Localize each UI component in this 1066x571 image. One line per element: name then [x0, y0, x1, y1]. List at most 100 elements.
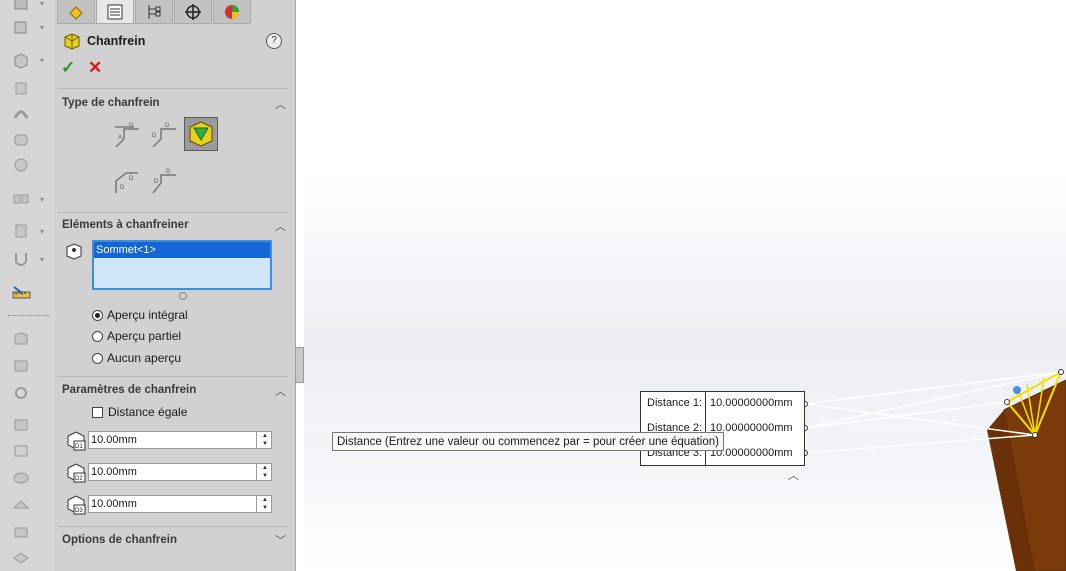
command-toolstrip: ▾ ▾ ▾ ▾ ▾ ▾ — [0, 0, 55, 571]
callout-row[interactable]: Distance 1: 10.00000000mm — [641, 392, 804, 416]
svg-text:D2: D2 — [75, 476, 83, 482]
chevron-up-icon[interactable]: ︿ — [788, 467, 799, 483]
preview-full-radio[interactable]: Aperçu intégral — [92, 308, 188, 322]
input-value[interactable]: 10.00mm — [91, 498, 137, 510]
face-face-icon: DD — [152, 169, 176, 194]
svg-text:D: D — [120, 185, 125, 191]
elements-selection-list[interactable]: Sommet<1> — [92, 240, 272, 290]
fillet-icon[interactable] — [10, 130, 32, 148]
mirror-icon[interactable] — [10, 416, 32, 434]
hole-icon[interactable] — [10, 384, 32, 402]
section-divider — [58, 526, 288, 527]
section-divider — [58, 212, 288, 213]
radio-label: Aperçu intégral — [107, 308, 188, 322]
radio-button[interactable] — [92, 309, 103, 321]
loft-icon[interactable] — [10, 357, 32, 375]
distance-2-icon: D2 — [65, 461, 87, 483]
vertex-handle[interactable] — [1013, 386, 1021, 394]
property-list-icon — [107, 4, 123, 19]
leader-handle[interactable] — [1004, 399, 1010, 405]
tab-feature-manager[interactable] — [57, 0, 95, 24]
preview-partial-radio[interactable]: Aperçu partiel — [92, 329, 181, 343]
distance-callout: Distance 1: 10.00000000mm Distance 2: 10.0… — [640, 391, 805, 466]
ok-button[interactable]: ✓ — [61, 58, 75, 78]
list-item[interactable]: Sommet<1> — [94, 242, 270, 258]
ruler-icon[interactable] — [10, 284, 32, 302]
panel-collapse-handle[interactable] — [295, 347, 304, 383]
chamfer-type-distance-distance[interactable]: DD — [147, 119, 181, 153]
chamfer-type-face-face[interactable]: DD — [147, 165, 181, 199]
svg-text:D1: D1 — [75, 444, 83, 450]
sheet-icon[interactable] — [10, 496, 32, 514]
section-divider — [58, 376, 288, 377]
distance-2-input[interactable]: 10.00mm ▲ ▼ — [88, 463, 272, 481]
part-icon[interactable]: ▾ — [10, 0, 44, 12]
input-value[interactable]: 10.00mm — [91, 434, 137, 446]
section-title-elements[interactable]: Eléments à chanfreiner — [62, 219, 189, 231]
spinner-arrows-icon[interactable]: ▲ ▼ — [256, 464, 273, 480]
chamfer-type-angle-distance[interactable]: AD — [110, 119, 144, 153]
rib-icon[interactable]: ▾ — [10, 190, 44, 208]
curve-icon[interactable] — [10, 442, 32, 460]
vertex-chamfer-icon — [189, 121, 213, 147]
chevron-down-icon[interactable]: ﹀ — [275, 532, 286, 548]
chevron-up-icon[interactable]: ︿ — [275, 383, 286, 399]
extrude-icon[interactable]: ▾ — [10, 51, 44, 69]
feature-title: Chanfrein — [87, 34, 146, 48]
reference-icon[interactable] — [10, 469, 32, 487]
crosshair-icon — [185, 3, 201, 20]
svg-text:D: D — [165, 123, 170, 129]
distance-3-input[interactable]: 10.00mm ▲ ▼ — [88, 495, 272, 513]
pattern-icon[interactable] — [10, 156, 32, 174]
callout-label: Distance 1: — [647, 397, 703, 409]
leader-handle[interactable] — [1032, 432, 1038, 438]
radio-label: Aucun aperçu — [107, 351, 182, 365]
tab-property-manager[interactable] — [96, 0, 134, 24]
checkbox-label: Distance égale — [108, 405, 188, 419]
spinner-arrows-icon[interactable]: ▲ ▼ — [256, 432, 273, 448]
leader-handle[interactable] — [1058, 369, 1064, 375]
section-title-options[interactable]: Options de chanfrein — [62, 534, 177, 546]
tab-dimxpert-manager[interactable] — [174, 0, 212, 24]
distance-1-icon: D1 — [65, 429, 87, 451]
sweep-icon[interactable] — [10, 104, 32, 122]
chevron-up-icon[interactable]: ︿ — [275, 218, 286, 234]
appearance-ball-icon — [225, 4, 239, 19]
distance-distance-icon: DD — [152, 123, 176, 148]
chamfer-feature-icon — [63, 32, 81, 50]
toolstrip-divider — [8, 315, 50, 318]
equal-distance-checkbox[interactable]: Distance égale — [92, 405, 187, 419]
wrap-icon[interactable]: ▾ — [10, 222, 44, 240]
section-title-type[interactable]: Type de chanfrein — [62, 97, 160, 109]
tab-display-manager[interactable] — [213, 0, 251, 24]
box-icon[interactable]: ▾ — [10, 18, 44, 36]
property-manager-panel: Chanfrein ? ✓ ✕ Type de chanfrein ︿ AD D… — [55, 0, 296, 571]
graphics-viewport[interactable]: Distance 1: 10.00000000mm Distance 2: 10.0… — [304, 0, 1066, 571]
draft-icon[interactable]: ▾ — [10, 250, 44, 268]
svg-text:D3: D3 — [75, 508, 83, 514]
input-value[interactable]: 10.00mm — [91, 466, 137, 478]
distance-3-icon: D3 — [65, 493, 87, 515]
revolve-icon[interactable] — [10, 79, 32, 97]
help-icon[interactable]: ? — [266, 33, 282, 49]
chamfer-type-offset-face[interactable]: DD — [110, 165, 144, 199]
svg-text:D: D — [129, 123, 134, 129]
cancel-button[interactable]: ✕ — [88, 58, 102, 78]
weldment-icon[interactable] — [10, 523, 32, 541]
mold-icon[interactable] — [10, 548, 32, 566]
preview-none-radio[interactable]: Aucun aperçu — [92, 351, 181, 365]
svg-text:D: D — [129, 176, 134, 182]
chevron-up-icon[interactable]: ︿ — [275, 96, 286, 112]
resize-grip-icon[interactable] — [179, 292, 187, 300]
chamfer-type-vertex[interactable] — [184, 117, 218, 151]
tab-configuration-manager[interactable] — [135, 0, 173, 24]
distance-1-input[interactable]: 10.00mm ▲ ▼ — [88, 431, 272, 449]
svg-text:D: D — [152, 133, 157, 139]
radio-button[interactable] — [92, 330, 103, 342]
callout-value[interactable]: 10.00000000mm — [710, 397, 793, 409]
radio-button[interactable] — [92, 352, 103, 364]
spinner-arrows-icon[interactable]: ▲ ▼ — [256, 496, 273, 512]
shell-icon[interactable] — [10, 330, 32, 348]
checkbox[interactable] — [92, 406, 103, 418]
section-title-params[interactable]: Paramètres de chanfrein — [62, 384, 196, 396]
